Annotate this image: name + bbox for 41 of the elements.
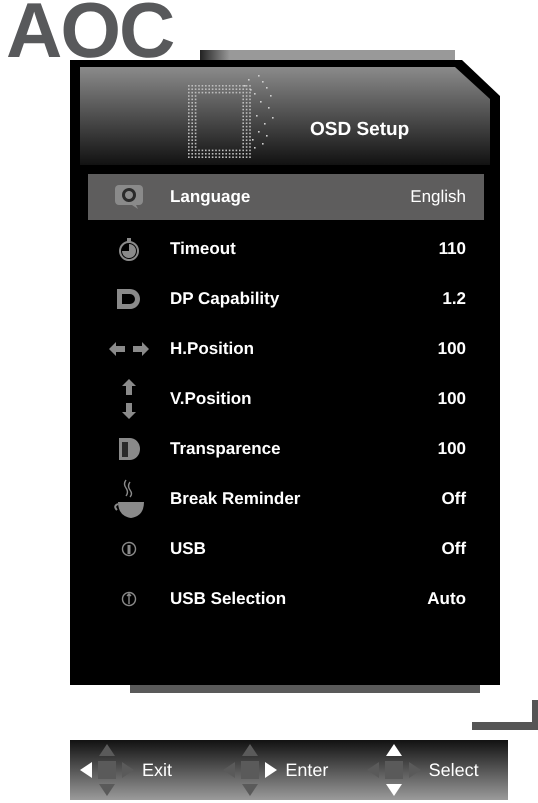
item-value: 100 bbox=[438, 439, 467, 459]
item-label: Break Reminder bbox=[170, 489, 302, 509]
key-hint-label: Select bbox=[428, 760, 479, 780]
item-label: V.Position bbox=[170, 389, 253, 409]
menu-item[interactable]: Break Reminder Off bbox=[88, 474, 484, 524]
item-label: USB Selection bbox=[170, 589, 288, 609]
document-icon bbox=[118, 437, 140, 461]
dp-icon bbox=[116, 288, 142, 310]
menu-item[interactable]: V.Position 100 bbox=[88, 374, 484, 424]
key-hint-label: Enter bbox=[285, 760, 328, 780]
item-label: USB bbox=[170, 539, 207, 559]
item-value: 1.2 bbox=[442, 289, 467, 309]
key-hint-label: Exit bbox=[142, 760, 172, 780]
item-value: Auto bbox=[427, 589, 467, 609]
frame-decoration bbox=[472, 700, 538, 730]
usb-icon bbox=[121, 591, 137, 607]
menu-item[interactable]: Transparence 100 bbox=[88, 424, 484, 474]
item-label: Timeout bbox=[170, 239, 237, 259]
up-down-arrows-icon bbox=[121, 378, 137, 420]
item-value: Off bbox=[441, 489, 467, 509]
coffee-cup-icon bbox=[113, 478, 145, 520]
menu-item[interactable]: Language English bbox=[88, 174, 484, 220]
item-label: Language bbox=[170, 187, 252, 207]
stopwatch-icon bbox=[118, 237, 140, 261]
item-value: 100 bbox=[438, 339, 467, 359]
item-label: Transparence bbox=[170, 439, 282, 459]
menu-item[interactable]: USB Selection Auto bbox=[88, 574, 484, 624]
menu-item[interactable]: DP Capability 1.2 bbox=[88, 274, 484, 324]
menu-item[interactable]: Timeout 110 bbox=[88, 224, 484, 274]
item-value: Off bbox=[441, 539, 467, 559]
left-right-arrows-icon bbox=[108, 341, 150, 357]
menu-item[interactable]: H.Position 100 bbox=[88, 324, 484, 374]
menu-item[interactable]: USB Off bbox=[88, 524, 484, 574]
item-label: H.Position bbox=[170, 339, 256, 359]
menu-title: OSD Setup bbox=[310, 119, 410, 141]
item-value: 110 bbox=[438, 239, 467, 259]
logo: AOC bbox=[5, 0, 174, 60]
item-value: 100 bbox=[438, 389, 467, 409]
item-label: DP Capability bbox=[170, 289, 280, 309]
usb-icon bbox=[121, 541, 137, 557]
item-value: English bbox=[410, 187, 467, 207]
